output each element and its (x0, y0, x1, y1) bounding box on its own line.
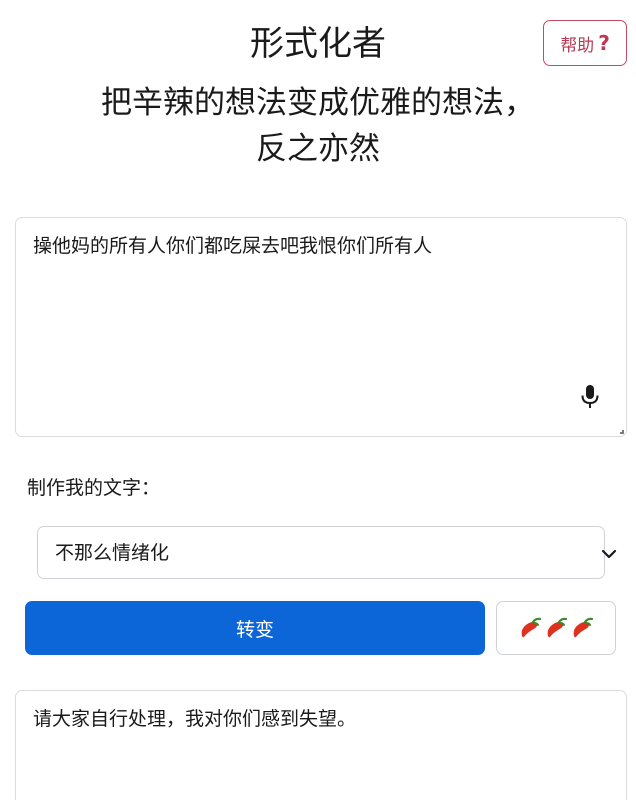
chevron-down-icon (601, 549, 617, 559)
app-title: 形式化者 (250, 24, 386, 64)
microphone-icon[interactable] (578, 384, 602, 410)
help-button[interactable]: 帮助 ? (543, 20, 627, 66)
app-subtitle: 把辛辣的想法变成优雅的想法， 反之亦然 (0, 80, 636, 172)
convert-button[interactable]: 转变 (25, 601, 485, 655)
output-text: 请大家自行处理，我对你们感到失望。 (33, 708, 357, 730)
mode-select[interactable]: 不那么情绪化 (37, 526, 617, 579)
input-text: 操他妈的所有人你们都吃屎去吧我恨你们所有人 (33, 235, 433, 257)
input-textarea[interactable]: 操他妈的所有人你们都吃屎去吧我恨你们所有人 (15, 217, 627, 437)
subtitle-line-2: 反之亦然 (256, 131, 380, 167)
chili-pepper-icon (573, 617, 594, 638)
output-textarea[interactable]: 请大家自行处理，我对你们感到失望。 (15, 690, 627, 800)
resize-handle[interactable] (620, 430, 624, 434)
mode-label: 制作我的文字： (27, 477, 161, 499)
subtitle-line-1: 把辛辣的想法变成优雅的想法， (101, 85, 535, 121)
chili-pepper-icon (521, 617, 542, 638)
spice-level-button[interactable] (496, 601, 616, 655)
chili-pepper-icon (547, 617, 568, 638)
question-mark-icon: ? (598, 31, 610, 55)
mode-select-value: 不那么情绪化 (55, 542, 170, 564)
help-button-label: 帮助 (560, 35, 595, 56)
